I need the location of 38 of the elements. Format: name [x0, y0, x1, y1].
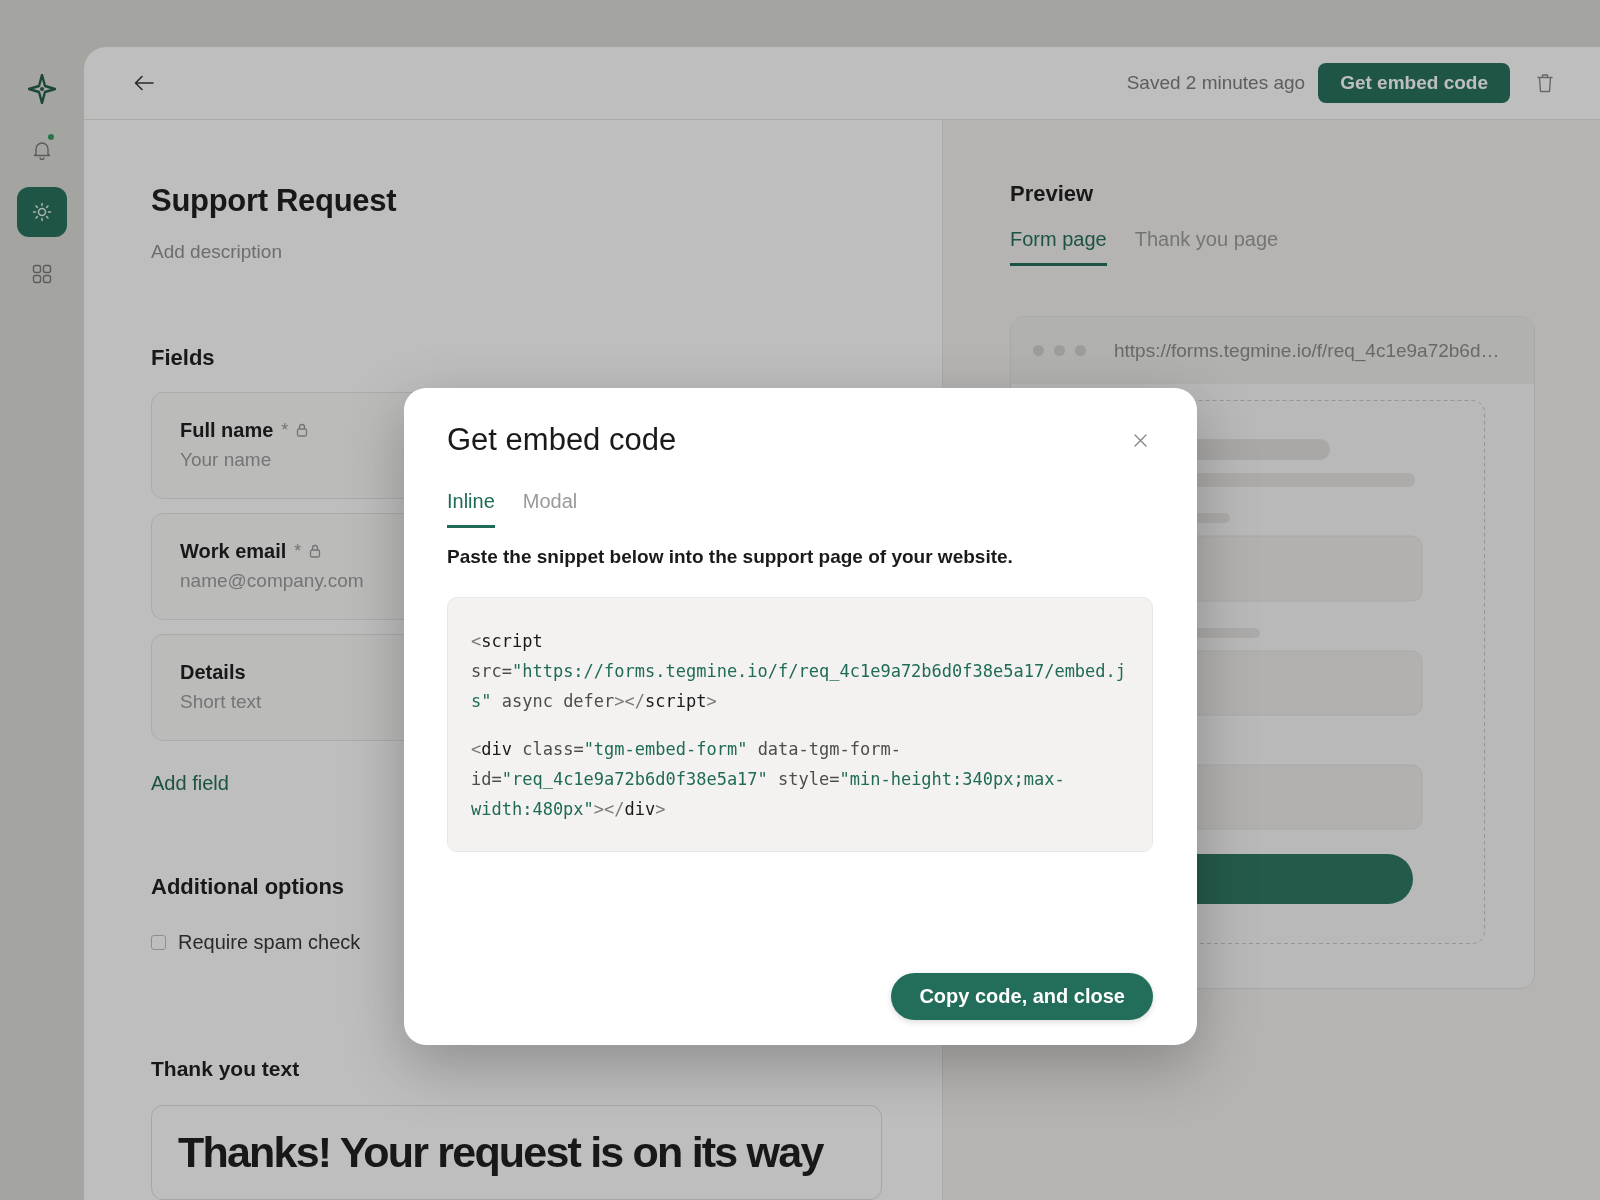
instruction-text: Paste the snippet below into the support page of your website. — [447, 545, 1014, 569]
code-snippet: <div class="tgm-embed-form" data-tgm-form-id="req_4c1e9a72b6d0f38e5a17" style="min-height:340px;max-width:480px"></div> — [471, 738, 1066, 821]
grid-icon — [32, 264, 52, 284]
thank-you-text: Thanks! Your request is on its way — [178, 1128, 825, 1176]
description-field[interactable]: Add description — [151, 239, 551, 265]
sun-icon — [32, 202, 52, 222]
copy-code-button[interactable]: Copy code, and close — [891, 973, 1153, 1020]
appearance-button[interactable] — [17, 187, 67, 237]
dialog-title: Get embed code — [447, 421, 677, 459]
back-arrow-icon — [134, 75, 154, 91]
placeholder-text: name@company.com — [180, 569, 364, 593]
url-text: https://forms.tegmine.io/f/req_4c1e9a72b6d… — [1114, 339, 1500, 362]
field-label: Full name — [180, 418, 274, 443]
placeholder-text: Short text — [180, 690, 262, 714]
star-logo-icon — [28, 74, 56, 104]
preview-tab[interactable]: Form page — [1010, 226, 1107, 266]
code-snippet: <script src="https://forms.tegmine.io/f/req_4c1e9a72b6d0f38e5a17/embed.js" async defer></script> — [471, 630, 1128, 713]
placeholder-text: Your name — [180, 448, 272, 472]
add-field-link[interactable]: Add field — [151, 770, 229, 796]
field-label: Details — [180, 660, 246, 685]
checkbox-label: Require spam check — [178, 930, 361, 955]
trash-icon — [1536, 73, 1554, 93]
close-icon — [1134, 433, 1147, 447]
embed-type-tab[interactable]: Modal — [522, 488, 578, 528]
section-heading: Thank you text — [151, 1056, 300, 1082]
text-editor[interactable]: Thanks! Your request is on its way — [151, 1105, 882, 1200]
section-heading: Fields — [151, 344, 215, 372]
save-status: Saved 2 minutes ago — [1126, 72, 1306, 94]
section-heading: Additional options — [151, 873, 345, 901]
field-label: Work email — [180, 539, 287, 564]
embed-type-tab[interactable]: Inline — [447, 488, 495, 528]
checkbox[interactable] — [151, 934, 166, 950]
required-mark: * — [281, 419, 289, 441]
preview-heading: Preview — [1010, 180, 1095, 208]
required-mark: * — [294, 540, 302, 562]
form-title: Support Request — [151, 182, 397, 220]
get-embed-code-button[interactable]: Get embed code — [1318, 63, 1510, 103]
bell-icon — [33, 140, 51, 160]
